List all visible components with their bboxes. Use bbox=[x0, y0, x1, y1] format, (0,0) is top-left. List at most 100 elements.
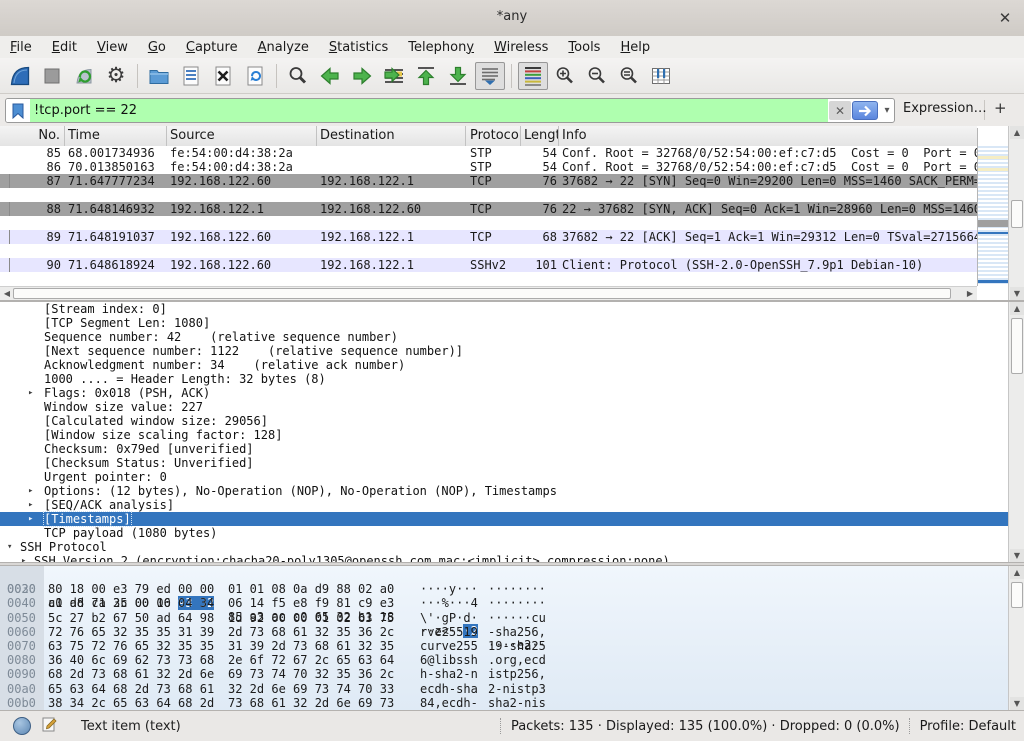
colorize-toggle-icon[interactable] bbox=[518, 62, 548, 90]
capture-comment-icon[interactable] bbox=[41, 715, 59, 737]
detail-row-flags[interactable]: ▸Flags: 0x018 (PSH, ACK) bbox=[0, 386, 1024, 400]
open-file-folder-icon[interactable] bbox=[144, 62, 174, 90]
hex-row[interactable]: 006072 76 65 32 35 35 31 392d 73 68 61 3… bbox=[0, 625, 1024, 639]
hex-row[interactable]: 0020 c0 a8 7a 3c 00 16 93 32 85 a3 ac c0… bbox=[0, 566, 1024, 582]
scroll-handle[interactable] bbox=[1011, 582, 1023, 608]
scroll-handle[interactable] bbox=[13, 288, 951, 299]
menu-wireless[interactable]: Wireless bbox=[484, 38, 558, 57]
display-filter-input[interactable] bbox=[30, 99, 828, 122]
detail-row[interactable]: Acknowledgment number: 34 (relative ack … bbox=[0, 358, 1024, 372]
hex-row[interactable]: 008036 40 6c 69 62 73 73 682e 6f 72 67 2… bbox=[0, 653, 1024, 667]
detail-row-timestamps-selected[interactable]: ▸[Timestamps] bbox=[0, 512, 1024, 526]
capture-options-gear-icon[interactable]: ⚙ bbox=[101, 62, 131, 90]
expand-arrow-icon[interactable]: ▸ bbox=[28, 498, 33, 512]
menu-edit[interactable]: Edit bbox=[42, 38, 87, 57]
detail-row[interactable]: [Checksum Status: Unverified] bbox=[0, 456, 1024, 470]
hex-row[interactable]: 00505c 27 b2 67 50 ad 64 981d 92 00 00 0… bbox=[0, 611, 1024, 625]
detail-row[interactable]: 1000 .... = Header Length: 32 bytes (8) bbox=[0, 372, 1024, 386]
filter-apply-icon[interactable] bbox=[852, 101, 878, 120]
auto-scroll-toggle-icon[interactable] bbox=[475, 62, 505, 90]
packet-list-vscrollbar[interactable]: ▲ ▼ bbox=[1008, 126, 1024, 300]
scroll-right-icon[interactable]: ▶ bbox=[964, 288, 976, 300]
packet-list-minimap[interactable] bbox=[977, 128, 1009, 286]
go-forward-arrow-icon[interactable] bbox=[347, 62, 377, 90]
scroll-up-icon[interactable]: ▲ bbox=[1010, 302, 1024, 315]
menu-help[interactable]: Help bbox=[610, 38, 660, 57]
details-vscrollbar[interactable]: ▲ ▼ bbox=[1008, 302, 1024, 562]
hex-row[interactable]: 007063 75 72 76 65 32 35 3531 39 2d 73 6… bbox=[0, 639, 1024, 653]
restart-capture-icon[interactable] bbox=[69, 62, 99, 90]
start-capture-fin-icon[interactable] bbox=[5, 62, 35, 90]
menu-capture[interactable]: Capture bbox=[176, 38, 248, 57]
hex-row[interactable]: 003080 18 00 e3 79 ed 00 0001 01 08 0a d… bbox=[0, 582, 1024, 596]
add-filter-button[interactable]: + bbox=[994, 99, 1007, 117]
packet-row-86[interactable]: 8670.013850163fe:54:00:d4:38:2aSTP54Conf… bbox=[0, 160, 977, 174]
scroll-handle[interactable] bbox=[1011, 318, 1023, 374]
resize-columns-icon[interactable] bbox=[646, 62, 676, 90]
expression-button[interactable]: Expression… bbox=[903, 101, 987, 116]
find-packet-magnifier-icon[interactable] bbox=[283, 62, 313, 90]
menu-file[interactable]: File bbox=[0, 38, 42, 57]
go-last-packet-icon[interactable] bbox=[443, 62, 473, 90]
scroll-down-icon[interactable]: ▼ bbox=[1010, 697, 1024, 710]
expert-info-icon[interactable] bbox=[13, 717, 31, 735]
filter-bookmark-icon[interactable] bbox=[6, 99, 30, 122]
packet-row-89[interactable]: 8971.648191037192.168.122.60192.168.122.… bbox=[0, 230, 977, 244]
menu-go[interactable]: Go bbox=[138, 38, 176, 57]
detail-row[interactable]: Checksum: 0x79ed [unverified] bbox=[0, 442, 1024, 456]
detail-row[interactable]: TCP payload (1080 bytes) bbox=[0, 526, 1024, 540]
scroll-down-icon[interactable]: ▼ bbox=[1010, 549, 1024, 562]
save-file-doc-icon[interactable] bbox=[176, 62, 206, 90]
close-file-doc-icon[interactable] bbox=[208, 62, 238, 90]
detail-row-options[interactable]: ▸Options: (12 bytes), No-Operation (NOP)… bbox=[0, 484, 1024, 498]
col-no[interactable]: No. bbox=[0, 126, 65, 146]
zoom-normal-icon[interactable] bbox=[614, 62, 644, 90]
menu-telephony[interactable]: Telephony bbox=[398, 38, 484, 57]
reload-file-doc-icon[interactable] bbox=[240, 62, 270, 90]
detail-row[interactable]: Window size value: 227 bbox=[0, 400, 1024, 414]
col-time[interactable]: Time bbox=[65, 126, 167, 146]
display-filter-box[interactable]: ✕ ▾ bbox=[5, 98, 895, 123]
zoom-out-icon[interactable] bbox=[582, 62, 612, 90]
col-destination[interactable]: Destination bbox=[317, 126, 466, 146]
detail-row[interactable]: [Stream index: 0] bbox=[0, 302, 1024, 316]
scroll-down-icon[interactable]: ▼ bbox=[1010, 287, 1024, 300]
menu-statistics[interactable]: Statistics bbox=[319, 38, 398, 57]
detail-row-seqack[interactable]: ▸[SEQ/ACK analysis] bbox=[0, 498, 1024, 512]
close-icon[interactable]: ✕ bbox=[994, 7, 1016, 29]
detail-row[interactable]: Urgent pointer: 0 bbox=[0, 470, 1024, 484]
filter-dropdown-caret-icon[interactable]: ▾ bbox=[880, 105, 894, 116]
zoom-in-icon[interactable] bbox=[550, 62, 580, 90]
title-bar[interactable]: *any ✕ bbox=[0, 0, 1024, 37]
col-length[interactable]: Length bbox=[521, 126, 559, 146]
scroll-left-icon[interactable]: ◀ bbox=[1, 288, 13, 300]
menu-tools[interactable]: Tools bbox=[558, 38, 610, 57]
scroll-up-icon[interactable]: ▲ bbox=[1010, 566, 1024, 579]
go-back-arrow-icon[interactable] bbox=[315, 62, 345, 90]
hex-row[interactable]: 009068 2d 73 68 61 32 2d 6e69 73 74 70 3… bbox=[0, 667, 1024, 681]
hex-row[interactable]: 00a065 63 64 68 2d 73 68 6132 2d 6e 69 7… bbox=[0, 682, 1024, 696]
hex-row[interactable]: 0040a1 dd c1 25 00 00 04 3406 14 f5 e8 f… bbox=[0, 596, 1024, 610]
packet-row-90[interactable]: 9071.648618924192.168.122.60192.168.122.… bbox=[0, 258, 977, 272]
filter-clear-icon[interactable]: ✕ bbox=[829, 101, 851, 120]
bytes-vscrollbar[interactable]: ▲ ▼ bbox=[1008, 566, 1024, 710]
packet-row-85[interactable]: 8568.001734936fe:54:00:d4:38:2aSTP54Conf… bbox=[0, 146, 977, 160]
menu-view[interactable]: View bbox=[87, 38, 138, 57]
packet-list-header[interactable]: No. Time Source Destination Protocol Len… bbox=[0, 126, 977, 147]
packet-row-87[interactable]: 8771.647777234192.168.122.60192.168.122.… bbox=[0, 174, 977, 188]
scroll-up-icon[interactable]: ▲ bbox=[1010, 126, 1024, 139]
detail-row-ssh-version[interactable]: ▸SSH Version 2 (encryption:chacha20-poly… bbox=[0, 554, 1024, 562]
detail-row-ssh-protocol[interactable]: ▾SSH Protocol bbox=[0, 540, 1024, 554]
stop-capture-icon[interactable] bbox=[37, 62, 67, 90]
packet-list-hscrollbar[interactable]: ◀ ▶ bbox=[0, 286, 977, 300]
detail-row[interactable]: [TCP Segment Len: 1080] bbox=[0, 316, 1024, 330]
col-info[interactable]: Info bbox=[559, 126, 977, 146]
detail-row[interactable]: [Window size scaling factor: 128] bbox=[0, 428, 1024, 442]
detail-row[interactable]: Sequence number: 42 (relative sequence n… bbox=[0, 330, 1024, 344]
hex-row[interactable]: 00b038 34 2c 65 63 64 68 2d73 68 61 32 2… bbox=[0, 696, 1024, 710]
col-protocol[interactable]: Protocol bbox=[466, 126, 521, 146]
scroll-handle[interactable] bbox=[1011, 200, 1023, 228]
status-profile[interactable]: Profile: Default bbox=[920, 719, 1016, 734]
expand-arrow-icon[interactable]: ▸ bbox=[28, 512, 33, 526]
col-source[interactable]: Source bbox=[167, 126, 317, 146]
